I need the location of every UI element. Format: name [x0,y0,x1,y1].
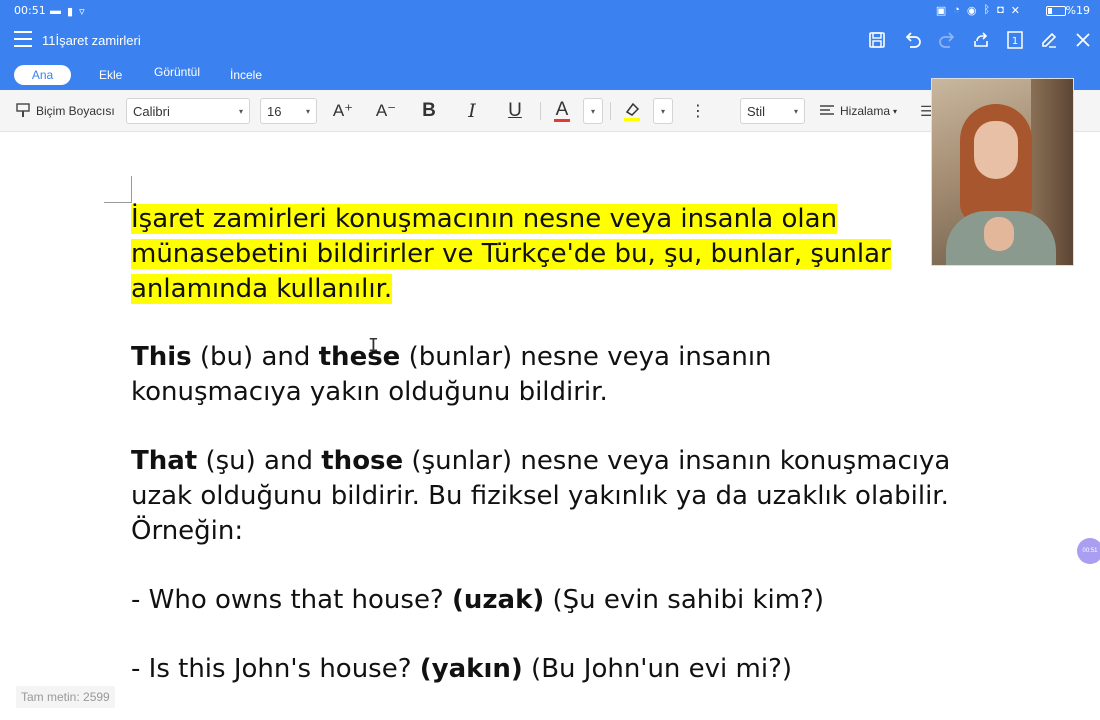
share-icon[interactable] [971,30,991,50]
highlight-dropdown[interactable]: ▾ [653,98,673,124]
highlight-button[interactable] [620,98,644,124]
sim-icon: ▮ [67,6,74,18]
document-title: 11İşaret zamirleri [42,33,141,48]
eye-icon: ◉ [966,5,977,17]
style-label: Stil [747,103,766,119]
chevron-down-icon: ▾ [660,106,665,116]
undo-icon[interactable] [903,30,923,50]
close-icon[interactable] [1073,30,1093,50]
grow-font-button[interactable]: A⁺ [331,98,355,124]
video-icon: ▬ [50,5,61,17]
font-color-button[interactable]: A [550,98,574,124]
example-text: (Bu John'un evi mi?) [522,654,793,684]
more-options-icon[interactable]: ⋮ [686,98,710,124]
bold-word: (yakın) [419,654,523,684]
chevron-down-icon: ▾ [238,106,243,116]
example-text: (Şu evin sahibi kim?) [544,585,824,615]
app-window: 00:51 ▬ ▮ ▿ ▣ ◔ ◉ ᛒ ◘ ✕ %19 11İşaret zam… [0,0,1100,720]
paragraph-text: (bu) and [191,342,319,372]
font-color-swatch [554,118,570,122]
bold-word: (uzak) [452,585,545,615]
align-label: Hizalama [840,104,891,118]
chevron-down-icon: ▾ [590,106,595,116]
font-color-glyph: A [555,98,569,120]
bold-word: these [318,342,401,372]
title-bar: 11İşaret zamirleri 1 [0,22,1100,58]
status-left-icons: ▬ ▮ ▿ [50,5,85,18]
font-name-dropdown[interactable]: Calibri ▾ [126,98,250,124]
format-painter-label: Biçim Boyacısı [36,104,115,118]
margin-marker [131,176,132,202]
bold-word: those [321,446,404,476]
highlighted-text: İşaret zamirleri konuşmacının nesne veya… [131,204,891,304]
paragraph-text: (şu) and [197,446,322,476]
page-icon[interactable]: 1 [1005,30,1025,50]
paint-brush-icon [16,103,30,117]
font-color-dropdown[interactable]: ▾ [583,98,603,124]
tab-ana-sayfa[interactable]: Ana Sayfa [14,65,71,102]
cast-icon: ▣ [935,5,947,17]
redo-icon[interactable] [937,30,957,50]
webcam-person-face [974,121,1018,179]
menu-icon[interactable] [14,31,32,47]
edit-icon[interactable] [1039,30,1059,50]
tab-incele[interactable]: İncele [230,65,262,85]
camera-icon: ◘ [997,4,1004,16]
example-line-2: - Is this John's house? (yakın) (Bu John… [131,652,931,687]
chevron-down-icon: ▾ [893,106,898,116]
align-left-icon [820,105,834,115]
text-cursor-icon: I [368,335,379,356]
paragraph-intro: İşaret zamirleri konuşmacının nesne veya… [131,202,931,307]
italic-button[interactable]: I [460,98,484,124]
status-right-icons: ▣ ◔ ◉ ᛒ ◘ ✕ [936,4,1020,17]
tab-goruntul[interactable]: Görüntül [154,62,200,82]
style-dropdown[interactable]: Stil ▾ [740,98,805,124]
battery-percent: %19 [1065,4,1090,17]
status-bar: 00:51 ▬ ▮ ▿ ▣ ◔ ◉ ᛒ ◘ ✕ %19 [0,0,1100,22]
underline-button[interactable]: U [503,98,527,124]
battery-icon [1046,6,1066,16]
chevron-down-icon: ▾ [793,106,798,116]
format-painter-button[interactable]: Biçim Boyacısı [14,98,115,124]
word-count-badge: Tam metin: 2599 [16,686,115,708]
bold-button[interactable]: B [417,98,441,124]
toolbar-divider [540,102,541,120]
shrink-font-button[interactable]: A⁻ [374,98,398,124]
example-text: - Is this John's house? [131,654,420,684]
tab-ekle[interactable]: Ekle [99,65,122,85]
toolbar-divider [610,102,611,120]
save-icon[interactable] [867,30,887,50]
font-size-dropdown[interactable]: 16 ▾ [260,98,317,124]
font-name-value: Calibri [133,103,170,119]
wifi-icon: ▿ [79,6,85,18]
mute-icon: ✕ [1010,5,1020,17]
bold-word: This [131,342,192,372]
page-number: 1 [1012,36,1018,47]
font-size-value: 16 [267,103,282,119]
webcam-person-hand [984,217,1014,251]
webcam-overlay[interactable] [931,78,1074,266]
paragraph-that-those: That (şu) and those (şunlar) nesne veya … [131,444,991,549]
status-time: 00:51 [14,4,46,17]
floating-recorder-button[interactable]: 00:51 [1077,538,1100,564]
align-dropdown[interactable]: Hizalama ▾ [819,98,897,124]
highlighter-icon [624,102,640,121]
paragraph-this-these: This (bu) and these (bunlar) nesne veya … [131,340,931,410]
example-line-1: - Who owns that house? (uzak) (Şu evin s… [131,583,931,618]
example-text: - Who owns that house? [131,585,453,615]
speed-icon: ◔ [953,4,960,16]
bluetooth-icon: ᛒ [983,4,991,16]
chevron-down-icon: ▾ [305,106,310,116]
margin-marker [104,202,132,203]
bold-word: That [131,446,198,476]
